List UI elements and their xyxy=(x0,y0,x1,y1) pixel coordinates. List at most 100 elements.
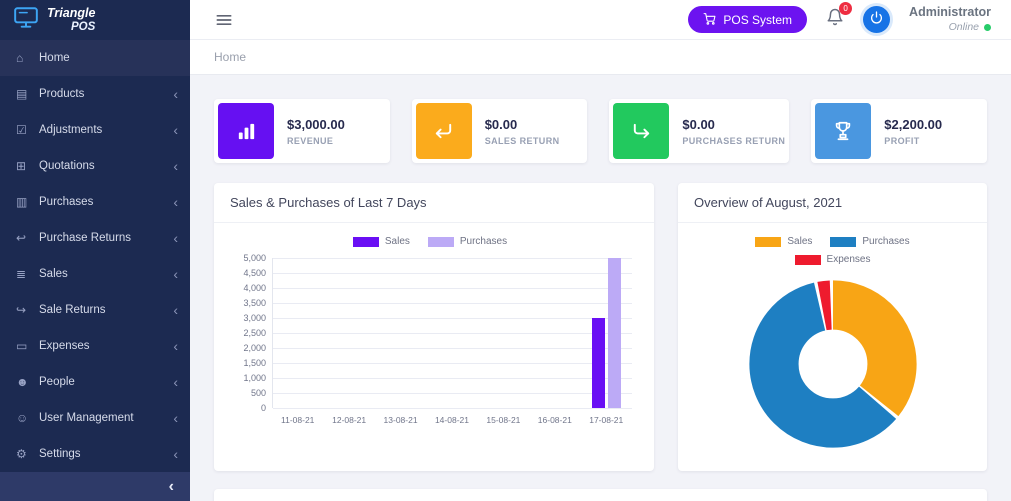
breadcrumb-bar: Home xyxy=(190,40,1011,75)
user-avatar[interactable] xyxy=(863,6,890,33)
sidebar-item-adjustments[interactable]: ☑Adjustments‹ xyxy=(0,112,190,148)
bar-group-12-08-21 xyxy=(324,258,375,408)
sidebar-item-label: Purchases xyxy=(39,196,173,208)
sidebar-collapse-button[interactable]: ‹ xyxy=(0,472,190,501)
x-tick-label: 16-08-21 xyxy=(529,415,580,425)
settings-icon: ⚙ xyxy=(16,447,39,461)
bar-sales-17-08-21 xyxy=(592,318,605,408)
y-tick-label: 4,500 xyxy=(243,268,266,278)
stat-card-purchases-return: $0.00PURCHASES RETURN xyxy=(609,99,789,163)
sidebar-item-purchases[interactable]: ▥Purchases‹ xyxy=(0,184,190,220)
x-tick-label: 12-08-21 xyxy=(323,415,374,425)
logo-subtitle: POS xyxy=(71,22,95,34)
sidebar-nav: ⌂Home▤Products‹☑Adjustments‹⊞Quotations‹… xyxy=(0,40,190,472)
sidebar-item-sale-returns[interactable]: ↪Sale Returns‹ xyxy=(0,292,190,328)
purchase-returns-icon: ↩ xyxy=(16,231,39,245)
stat-label: SALES RETURN xyxy=(485,136,560,146)
legend-item-sales[interactable]: Sales xyxy=(353,236,410,247)
user-meta: Administrator Online xyxy=(909,5,991,34)
user-status-label: Online xyxy=(949,21,979,34)
bar-purchases-17-08-21 xyxy=(608,258,621,408)
stat-card-profit: $2,200.00PROFIT xyxy=(811,99,987,163)
y-tick-label: 0 xyxy=(261,403,266,413)
sidebar-item-people[interactable]: ☻People‹ xyxy=(0,364,190,400)
pos-terminal-logo-icon xyxy=(13,6,39,35)
legend-swatch xyxy=(830,237,856,247)
sidebar-item-home[interactable]: ⌂Home xyxy=(0,40,190,76)
chevron-left-icon: ‹ xyxy=(173,123,178,137)
trophy-icon xyxy=(815,103,871,159)
sidebar-item-label: Expenses xyxy=(39,340,173,352)
sidebar-item-quotations[interactable]: ⊞Quotations‹ xyxy=(0,148,190,184)
chevron-left-icon: ‹ xyxy=(173,87,178,101)
adjustments-icon: ☑ xyxy=(16,123,39,137)
x-tick-label: 17-08-21 xyxy=(581,415,632,425)
y-tick-label: 3,000 xyxy=(243,313,266,323)
legend-item-purchases[interactable]: Purchases xyxy=(830,236,909,247)
bar-chart-x-axis: 11-08-2112-08-2113-08-2114-08-2115-08-21… xyxy=(272,415,632,425)
breadcrumb[interactable]: Home xyxy=(214,50,246,64)
sale-returns-icon: ↪ xyxy=(16,303,39,317)
purchases-icon: ▥ xyxy=(16,195,39,209)
sidebar-item-label: Adjustments xyxy=(39,124,173,136)
stat-value: $2,200.00 xyxy=(884,117,942,132)
home-icon: ⌂ xyxy=(16,51,39,65)
sidebar-item-user-management[interactable]: ☺User Management‹ xyxy=(0,400,190,436)
bar-group-16-08-21 xyxy=(529,258,580,408)
bars-layer xyxy=(273,258,632,408)
y-tick-label: 500 xyxy=(251,388,266,398)
chevron-left-icon: ‹ xyxy=(173,195,178,209)
legend-label: Purchases xyxy=(460,236,507,247)
legend-swatch xyxy=(755,237,781,247)
logo-title: Triangle xyxy=(47,7,95,20)
chevron-left-icon: ‹ xyxy=(173,267,178,281)
quotations-icon: ⊞ xyxy=(16,159,39,173)
donut-chart: Sales Purchases Expenses xyxy=(678,223,987,471)
notifications-button[interactable]: 0 xyxy=(826,8,844,31)
stat-text: $2,200.00PROFIT xyxy=(884,117,942,146)
bar-chart-plot: 05001,0001,5002,0002,5003,0003,5004,0004… xyxy=(272,258,632,408)
charts-row: Sales & Purchases of Last 7 Days SalesPu… xyxy=(214,183,987,471)
return-arrow-icon xyxy=(416,103,472,159)
sidebar-item-sales[interactable]: ≣Sales‹ xyxy=(0,256,190,292)
chevron-left-icon: ‹ xyxy=(173,231,178,245)
logo-text: Triangle POS xyxy=(47,7,95,33)
bar-group-11-08-21 xyxy=(273,258,324,408)
y-tick-label: 1,500 xyxy=(243,358,266,368)
stat-card-revenue: $3,000.00 REVENUE xyxy=(214,99,390,163)
y-tick-label: 5,000 xyxy=(243,253,266,263)
bar-group-15-08-21 xyxy=(478,258,529,408)
content: $3,000.00 REVENUE $0.00SALES RETURN $0.00PU… xyxy=(190,75,1011,501)
sidebar-item-settings[interactable]: ⚙Settings‹ xyxy=(0,436,190,472)
sidebar-item-label: Sale Returns xyxy=(39,304,173,316)
legend-item-purchases[interactable]: Purchases xyxy=(428,236,507,247)
bar-chart-icon xyxy=(218,103,274,159)
y-tick-label: 3,500 xyxy=(243,298,266,308)
logo[interactable]: Triangle POS xyxy=(0,0,190,40)
pos-system-button[interactable]: POS System xyxy=(688,6,807,33)
chevron-left-icon: ‹ xyxy=(173,303,178,317)
bar-chart: Sales Purchases 05001,0001,5002,0002,5003… xyxy=(214,223,654,471)
sidebar-item-expenses[interactable]: ▭Expenses‹ xyxy=(0,328,190,364)
sidebar-item-products[interactable]: ▤Products‹ xyxy=(0,76,190,112)
legend-item-sales[interactable]: Sales xyxy=(755,236,812,247)
user-status: Online xyxy=(909,21,991,34)
stat-label: REVENUE xyxy=(287,136,345,146)
topbar-right: POS System 0 xyxy=(688,5,991,34)
gridline xyxy=(273,408,632,409)
forward-arrow-icon xyxy=(613,103,669,159)
sales-icon: ≣ xyxy=(16,267,39,281)
sidebar: Triangle POS ⌂Home▤Products‹☑Adjustments… xyxy=(0,0,190,501)
donut-chart-plot xyxy=(742,273,924,455)
sidebar-item-purchase-returns[interactable]: ↩Purchase Returns‹ xyxy=(0,220,190,256)
power-icon xyxy=(870,11,883,29)
bar-chart-legend: Sales Purchases xyxy=(224,236,636,247)
stat-value: $3,000.00 xyxy=(287,117,345,132)
hamburger-menu-button[interactable] xyxy=(214,10,234,30)
sidebar-item-label: People xyxy=(39,376,173,388)
legend-item-expenses[interactable]: Expenses xyxy=(795,254,871,265)
stat-card-sales-return: $0.00SALES RETURN xyxy=(412,99,588,163)
x-tick-label: 11-08-21 xyxy=(272,415,323,425)
app-root: Triangle POS ⌂Home▤Products‹☑Adjustments… xyxy=(0,0,1011,501)
stat-text: $0.00PURCHASES RETURN xyxy=(682,117,785,146)
